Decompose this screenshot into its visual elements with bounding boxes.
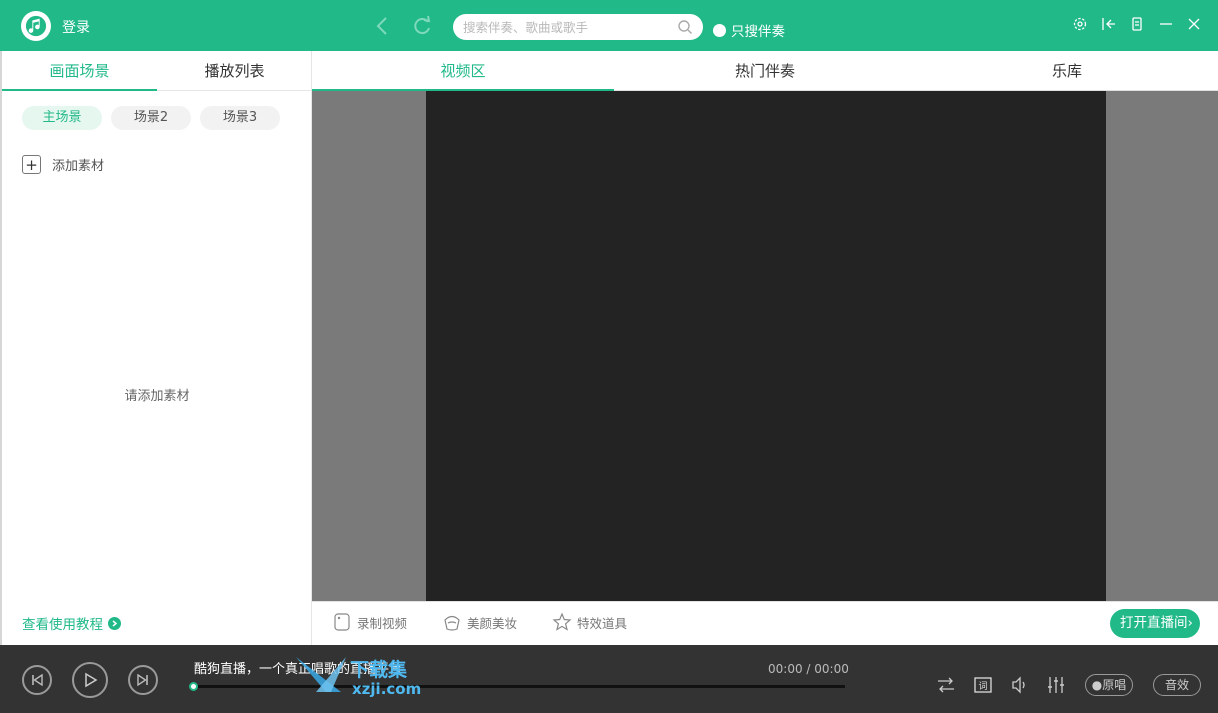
scene-list: 主场景 场景2 场景3 [22, 106, 289, 130]
tutorial-link[interactable]: 查看使用教程 [22, 613, 121, 633]
original-vocal-label: 原唱 [1102, 678, 1127, 692]
close-icon[interactable] [1185, 15, 1203, 33]
left-tabs: 画面场景 播放列表 [2, 51, 312, 91]
refresh-icon[interactable] [411, 14, 433, 38]
tab-playlist[interactable]: 播放列表 [157, 51, 312, 91]
go-live-button[interactable]: 打开直播间› [1110, 609, 1200, 638]
volume-icon[interactable] [1010, 675, 1030, 695]
progress-knob[interactable] [189, 682, 198, 691]
scene-3-button[interactable]: 场景3 [200, 106, 280, 130]
scene-main-button[interactable]: 主场景 [22, 106, 102, 130]
mini-mode-icon[interactable] [1128, 15, 1146, 33]
next-icon [137, 673, 148, 687]
only-accompaniment-label: 只搜伴奏 [731, 24, 785, 40]
effects-button[interactable]: 特效道具 [552, 612, 627, 632]
go-live-label: 打开直播间 [1120, 615, 1188, 631]
watermark-url: xzji.com [352, 680, 422, 698]
title-bar: 登录 只搜伴奏 [0, 0, 1218, 51]
scene-2-button[interactable]: 场景2 [111, 106, 191, 130]
next-button[interactable] [128, 665, 158, 695]
sound-effect-button[interactable]: 音效 [1153, 674, 1201, 696]
sound-effect-label: 音效 [1164, 678, 1189, 692]
time-display: 00:00 / 00:00 [768, 662, 849, 676]
previous-icon [32, 673, 43, 687]
svg-text:词: 词 [978, 681, 987, 692]
beauty-button[interactable]: 美颜美妆 [442, 612, 517, 632]
loop-mode-icon[interactable] [936, 675, 956, 695]
video-preview[interactable] [426, 91, 1106, 601]
tab-scene[interactable]: 画面场景 [2, 51, 157, 91]
chevron-right-icon [108, 616, 121, 630]
search-icon[interactable] [677, 19, 693, 35]
search-box [453, 14, 703, 40]
player-bar: 酷狗直播，一个真正唱歌的直播平台 00:00 / 00:00 词 ●原唱 音效 [0, 645, 1218, 713]
tab-hot-accompaniment[interactable]: 热门伴奏 [614, 51, 916, 91]
login-link[interactable]: 登录 [62, 17, 90, 37]
beauty-icon [444, 615, 460, 631]
star-icon [552, 612, 572, 631]
beauty-label: 美颜美妆 [467, 615, 518, 631]
radio-dot-icon [713, 23, 726, 37]
tutorial-label: 查看使用教程 [22, 617, 103, 633]
tab-music-library[interactable]: 乐库 [916, 51, 1218, 91]
watermark-text: 下载集 [350, 659, 408, 681]
add-material-label: 添加素材 [52, 159, 105, 174]
progress-bar[interactable] [189, 682, 845, 691]
play-icon [85, 672, 98, 688]
main-tabs: 视频区 热门伴奏 乐库 [312, 51, 1218, 91]
empty-material-hint: 请添加素材 [124, 389, 190, 404]
record-video-label: 录制视频 [357, 615, 408, 631]
search-input[interactable] [463, 19, 677, 35]
back-arrow-icon[interactable] [373, 14, 393, 38]
left-panel: 画面场景 播放列表 主场景 场景2 场景3 + 添加素材 请添加素材 查看使用教… [0, 51, 312, 645]
only-accompaniment-toggle[interactable]: 只搜伴奏 [713, 20, 785, 40]
settings-gear-icon[interactable] [1071, 15, 1089, 33]
record-icon [334, 613, 350, 631]
effects-label: 特效道具 [577, 615, 628, 631]
app-logo-icon [21, 11, 51, 41]
minimize-icon[interactable] [1157, 15, 1175, 33]
lyrics-icon[interactable]: 词 [973, 675, 993, 695]
radio-dot-icon: ● [1091, 678, 1103, 692]
equalizer-icon[interactable] [1046, 675, 1066, 695]
chevron-right-icon: › [1187, 615, 1193, 631]
exit-icon[interactable] [1100, 15, 1118, 33]
tab-video-area[interactable]: 视频区 [312, 51, 614, 91]
video-toolbar: 录制视频 美颜美妆 特效道具 打开直播间› [312, 601, 1218, 645]
original-vocal-toggle[interactable]: ●原唱 [1085, 674, 1133, 696]
play-button[interactable] [72, 662, 108, 698]
plus-icon: + [22, 155, 41, 174]
record-video-button[interactable]: 录制视频 [332, 612, 407, 632]
add-material-button[interactable]: + 添加素材 [22, 155, 104, 174]
previous-button[interactable] [22, 665, 52, 695]
